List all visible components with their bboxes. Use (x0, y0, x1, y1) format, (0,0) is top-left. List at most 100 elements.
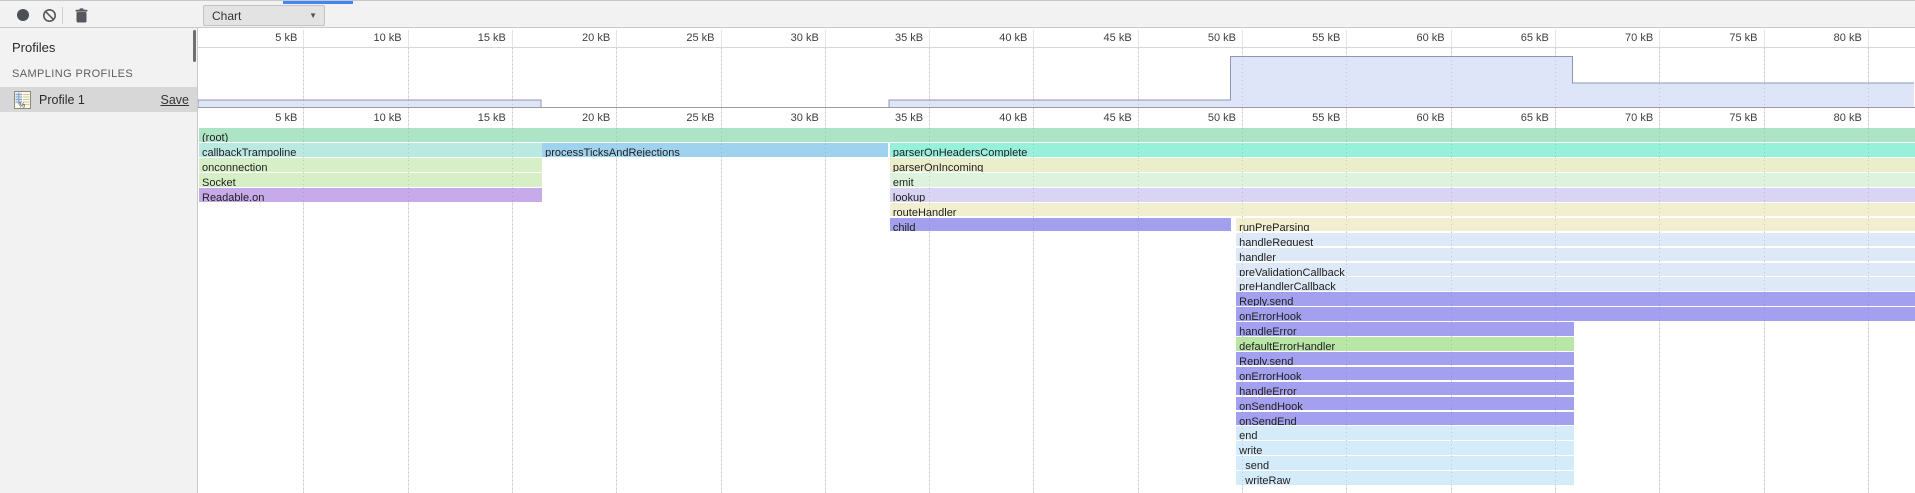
flame-bar[interactable]: onErrorHook (1236, 367, 1574, 381)
toolbar-separator (62, 7, 63, 24)
flame-bar[interactable]: _writeRaw (1236, 471, 1574, 485)
flame-axis-tick-label: 40 kB (955, 109, 1027, 127)
overview-axis-tick-label: 45 kB (1060, 30, 1132, 47)
flame-axis-tick-label: 45 kB (1060, 109, 1132, 127)
flame-axis-tick-label: 70 kB (1581, 109, 1653, 127)
delete-profile-button[interactable] (70, 4, 92, 26)
overview-axis-tick-label: 50 kB (1164, 30, 1236, 47)
frame-label: write_ (1236, 445, 1268, 455)
frame-label: onconnection (199, 162, 267, 172)
flame-bar[interactable]: runPreParsing (1236, 218, 1915, 232)
clear-profiles-button[interactable] (38, 4, 60, 26)
flame-bar[interactable]: parserOnIncoming (890, 158, 1915, 172)
frame-label: runPreParsing (1236, 222, 1309, 232)
flame-bar[interactable]: preValidationCallback (1236, 263, 1915, 277)
flame-bar[interactable]: lookup (890, 188, 1915, 202)
frame-label: handler (1236, 252, 1276, 262)
sampling-profiles-section-label: SAMPLING PROFILES (12, 68, 133, 80)
flame-axis-tick-label: 60 kB (1373, 109, 1445, 127)
overview-axis-tick-label: 70 kB (1581, 30, 1653, 47)
flame-bar[interactable]: processTicksAndRejections (542, 143, 888, 157)
block-icon (42, 8, 57, 23)
flame-bar[interactable]: handler (1236, 248, 1915, 262)
sidebar-heading: Profiles (12, 40, 55, 55)
flame-bar[interactable]: onSendEnd (1236, 412, 1574, 426)
flame-bar[interactable]: child (890, 218, 1231, 232)
frame-label: handleRequest (1236, 237, 1313, 247)
flame-bar[interactable]: preHandlerCallback (1236, 277, 1915, 291)
flame-bar[interactable]: handleError (1236, 382, 1574, 396)
frame-label: lookup (890, 192, 925, 202)
overview-area-fill (198, 56, 1914, 107)
frame-label: parserOnHeadersComplete (890, 147, 1028, 157)
frame-label: Readable.on (199, 192, 264, 202)
frame-label: onErrorHook (1236, 371, 1301, 381)
flame-bar[interactable]: Reply.send (1236, 292, 1915, 306)
flame-bar[interactable]: handleRequest (1236, 233, 1915, 247)
flame-axis-tick-label: 15 kB (434, 109, 506, 127)
flame-axis-tick-label: 55 kB (1268, 109, 1340, 127)
memory-overview-chart[interactable] (198, 48, 1914, 107)
overview-axis-tick-label: 40 kB (955, 30, 1027, 47)
frame-label: Socket (199, 177, 236, 187)
record-button[interactable] (12, 4, 34, 26)
flame-bar[interactable]: callbackTrampoline (199, 143, 542, 157)
frame-label: handleError (1236, 326, 1296, 336)
overview-axis-tick-label: 25 kB (643, 30, 715, 47)
frame-label: preValidationCallback (1236, 267, 1345, 277)
flame-bar[interactable]: _send (1236, 456, 1574, 470)
svg-text:%: % (19, 100, 26, 109)
record-icon (17, 9, 29, 21)
toolbar: Chart ▼ (0, 0, 1915, 28)
frame-label: end (1236, 430, 1257, 440)
flame-bar[interactable]: Reply.send (1236, 352, 1574, 366)
flame-bar[interactable]: onconnection (199, 158, 542, 172)
flame-axis-tick-label: 50 kB (1164, 109, 1236, 127)
flame-axis-tick-label: 5 kB (225, 109, 297, 127)
frame-label: child (890, 222, 916, 232)
chart-view-select[interactable]: Chart ▼ (203, 5, 325, 26)
frame-label: onSendHook (1236, 401, 1303, 411)
flame-axis-tick-label: 80 kB (1790, 109, 1862, 127)
flame-bar[interactable]: onErrorHook (1236, 307, 1915, 321)
overview-axis-tick-label: 35 kB (851, 30, 923, 47)
sidebar-scrollbar-thumb[interactable] (193, 30, 196, 62)
flame-bar[interactable]: handleError (1236, 322, 1574, 336)
flame-bar[interactable]: end (1236, 426, 1574, 440)
frame-label: Reply.send (1236, 296, 1293, 306)
flame-axis-tick-label: 65 kB (1477, 109, 1549, 127)
heap-profile-icon: % (14, 91, 31, 109)
chart-view-select-value: Chart (204, 9, 309, 23)
flame-bar[interactable]: onSendHook (1236, 397, 1574, 411)
profiles-sidebar: Profiles SAMPLING PROFILES % Profile 1 (0, 28, 198, 493)
flame-axis-tick-label: 20 kB (538, 109, 610, 127)
flame-bar[interactable]: routeHandler (890, 203, 1915, 217)
frame-label: _send (1236, 460, 1269, 470)
frame-label: processTicksAndRejections (542, 147, 680, 157)
flame-bar[interactable]: parserOnHeadersComplete (890, 143, 1915, 157)
overview-axis-tick-label: 20 kB (538, 30, 610, 47)
frame-label: (root) (199, 132, 228, 142)
frame-label: _writeRaw (1236, 475, 1290, 485)
frame-label: onErrorHook (1236, 311, 1301, 321)
sidebar-item-profile-1[interactable]: % Profile 1 Save (0, 87, 197, 112)
flame-axis-tick-label: 10 kB (330, 109, 402, 127)
flame-bar[interactable]: write_ (1236, 441, 1574, 455)
overview-axis-tick-label: 60 kB (1373, 30, 1445, 47)
flame-bar[interactable]: (root) (199, 128, 1915, 142)
frame-label: emit (890, 177, 914, 187)
frame-label: callbackTrampoline (199, 147, 296, 157)
save-profile-link[interactable]: Save (161, 93, 190, 107)
overview-axis-tick-label: 30 kB (747, 30, 819, 47)
overview-axis-tick-label: 55 kB (1268, 30, 1340, 47)
overview-axis-tick-label: 15 kB (434, 30, 506, 47)
flame-bar[interactable]: defaultErrorHandler (1236, 337, 1574, 351)
overview-axis-tick-label: 10 kB (330, 30, 402, 47)
overview-axis-tick-label: 65 kB (1477, 30, 1549, 47)
flame-bar[interactable]: Readable.on (199, 188, 542, 202)
flame-bar[interactable]: Socket (199, 173, 542, 187)
flame-bar[interactable]: emit (890, 173, 1915, 187)
profile-name: Profile 1 (39, 93, 161, 107)
flame-axis-tick-label: 35 kB (851, 109, 923, 127)
trash-icon (75, 8, 88, 23)
